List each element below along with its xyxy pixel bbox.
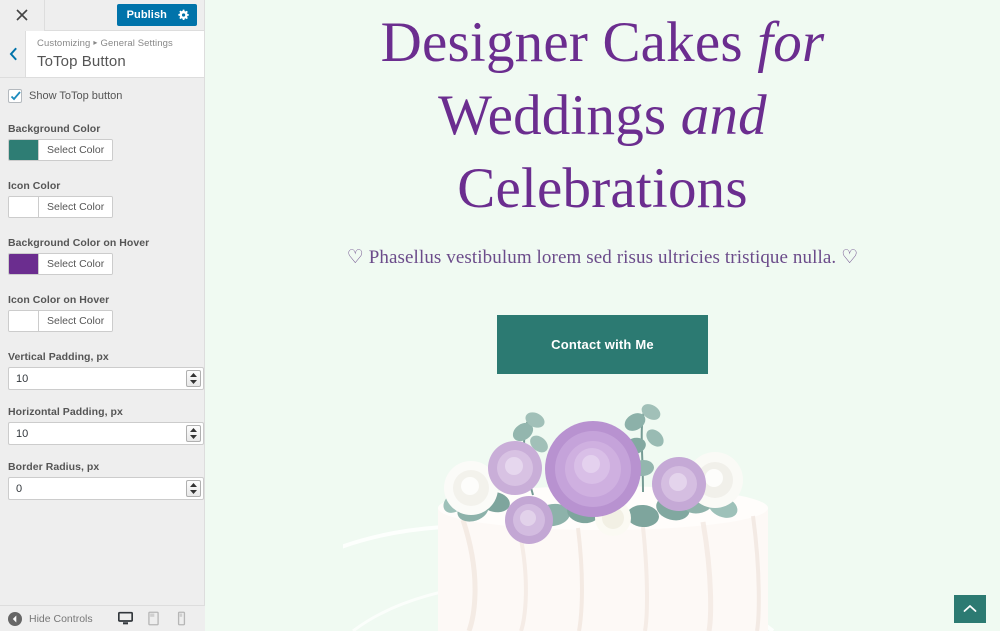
heading-line-3: Celebrations [457, 157, 748, 220]
page-title: ToTop Button [37, 53, 126, 70]
back-button[interactable] [0, 31, 26, 77]
hide-controls-label: Hide Controls [29, 612, 93, 625]
control-background-color: Background Color Select Color [8, 123, 192, 180]
hero-subtitle: ♡ Phasellus vestibulum lorem sed risus u… [346, 247, 859, 268]
chevron-up-icon [963, 605, 977, 612]
checkmark-icon [10, 91, 21, 101]
color-swatch [9, 140, 38, 160]
control-horizontal-padding: Horizontal Padding, px [8, 406, 204, 445]
show-totop-checkbox-row[interactable]: Show ToTop button [8, 89, 192, 103]
color-swatch [9, 254, 38, 274]
control-label: Background Color [8, 123, 101, 135]
control-label: Horizontal Padding, px [8, 406, 123, 418]
device-desktop-button[interactable] [111, 606, 139, 631]
cta-wrapper: Contact with Me [205, 315, 1000, 374]
chevron-left-icon [9, 47, 17, 61]
customizer-screen: Publish Customizing ▸ General Settings T… [0, 0, 1000, 631]
panel-title-group: Customizing ▸ General Settings ToTop Butto… [26, 31, 173, 77]
control-icon-color-hover: Icon Color on Hover Select Color [8, 294, 192, 351]
cake-image [205, 380, 1000, 631]
breadcrumb-section[interactable]: General Settings [101, 38, 173, 49]
site-preview: Designer Cakes for Weddings and Celebrat… [205, 0, 1000, 631]
close-customizer-button[interactable] [0, 0, 45, 31]
control-border-radius: Border Radius, px [8, 461, 204, 500]
device-preview-group [111, 606, 205, 631]
controls-list: Show ToTop button Background Color Selec… [0, 78, 204, 605]
close-icon [16, 9, 28, 21]
control-icon-color: Icon Color Select Color [8, 180, 192, 237]
control-label: Icon Color on Hover [8, 294, 110, 306]
mobile-icon [177, 611, 185, 626]
horizontal-padding-field [8, 422, 204, 445]
contact-button[interactable]: Contact with Me [497, 315, 708, 374]
vertical-padding-field [8, 367, 204, 390]
stepper-arrows-icon [190, 373, 197, 384]
customizer-footer: Hide Controls [0, 605, 205, 631]
select-color-button[interactable]: Select Color [38, 140, 113, 160]
control-background-color-hover: Background Color on Hover Select Color [8, 237, 192, 294]
color-picker-icon-hover[interactable]: Select Color [8, 310, 114, 332]
customizer-sidebar: Publish Customizing ▸ General Settings T… [0, 0, 205, 631]
hide-controls-button[interactable]: Hide Controls [0, 611, 111, 626]
tablet-icon [147, 611, 159, 626]
color-swatch [9, 197, 38, 217]
to-top-button[interactable] [954, 595, 986, 623]
select-color-button[interactable]: Select Color [38, 311, 113, 331]
page-title-heading: Designer Cakes for Weddings and Celebrat… [205, 6, 1000, 225]
breadcrumb: Customizing ▸ General Settings [37, 36, 173, 51]
border-radius-stepper[interactable] [186, 480, 201, 497]
publish-group: Publish [116, 4, 197, 26]
customizer-header: Publish [0, 0, 204, 31]
control-label: Background Color on Hover [8, 237, 150, 249]
breadcrumb-root[interactable]: Customizing [37, 38, 90, 49]
vertical-padding-stepper[interactable] [186, 370, 201, 387]
device-tablet-button[interactable] [139, 606, 167, 631]
gear-icon[interactable] [178, 9, 190, 21]
desktop-icon [117, 611, 133, 625]
collapse-icon [8, 611, 22, 626]
control-label: Border Radius, px [8, 461, 100, 473]
device-mobile-button[interactable] [167, 606, 195, 631]
horizontal-padding-input[interactable] [8, 422, 204, 445]
stepper-arrows-icon [190, 428, 197, 439]
show-totop-label: Show ToTop button [29, 90, 123, 102]
heading-line-1-text: Designer Cakes [380, 11, 758, 74]
publish-button[interactable]: Publish [116, 4, 197, 26]
heading-line-2-text: Weddings [438, 84, 681, 147]
color-picker-background[interactable]: Select Color [8, 139, 114, 161]
color-picker-background-hover[interactable]: Select Color [8, 253, 114, 275]
select-color-button[interactable]: Select Color [38, 197, 113, 217]
wedding-cake-illustration [342, 404, 774, 631]
color-swatch [9, 311, 38, 331]
color-picker-icon[interactable]: Select Color [8, 196, 114, 218]
select-color-button[interactable]: Select Color [38, 254, 113, 274]
heading-line-1-italic: for [757, 11, 825, 74]
panel-header: Customizing ▸ General Settings ToTop Butto… [0, 31, 204, 78]
publish-label: Publish [126, 9, 167, 21]
vertical-padding-input[interactable] [8, 367, 204, 390]
border-radius-field [8, 477, 204, 500]
horizontal-padding-stepper[interactable] [186, 425, 201, 442]
border-radius-input[interactable] [8, 477, 204, 500]
control-vertical-padding: Vertical Padding, px [8, 351, 204, 390]
hero-section: Designer Cakes for Weddings and Celebrat… [205, 0, 1000, 374]
heading-line-2-italic: and [680, 84, 767, 147]
heading-line-2: Weddings and [438, 84, 767, 147]
show-totop-checkbox[interactable] [8, 89, 22, 103]
control-label: Vertical Padding, px [8, 351, 109, 363]
heading-line-1: Designer Cakes for [381, 11, 825, 74]
control-label: Icon Color [8, 180, 61, 192]
stepper-arrows-icon [190, 483, 197, 494]
breadcrumb-separator: ▸ [93, 38, 98, 47]
